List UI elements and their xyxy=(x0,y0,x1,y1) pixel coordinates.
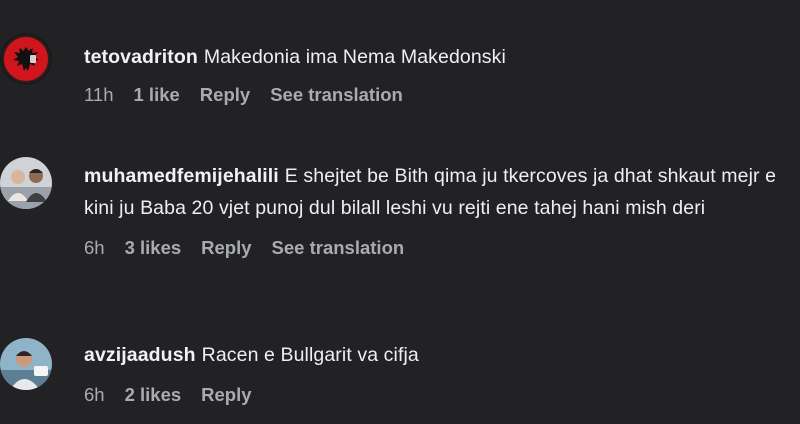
comment-timestamp[interactable]: 6h xyxy=(84,237,105,259)
comment-likes[interactable]: 1 like xyxy=(134,84,180,106)
reply-button[interactable]: Reply xyxy=(200,84,250,106)
avatar[interactable] xyxy=(0,338,52,390)
comment-username[interactable]: tetovadriton xyxy=(84,46,198,68)
comment-thread: tetovadriton Makedonia ima Nema Makedonsk… xyxy=(0,0,800,424)
comment-likes[interactable]: 2 likes xyxy=(125,384,182,406)
comment-username[interactable]: avzijaadush xyxy=(84,344,196,366)
comment-timestamp[interactable]: 11h xyxy=(84,84,114,106)
comment-text: muhamedfemijehalili E shejtet be Bith qim… xyxy=(84,160,790,224)
comment-likes[interactable]: 3 likes xyxy=(125,237,182,259)
person-photo-icon xyxy=(0,338,52,390)
avatar[interactable] xyxy=(0,157,52,209)
comment-meta: 6h 3 likes Reply See translation xyxy=(84,236,790,260)
comment-text: avzijaadush Racen e Bullgarit va cifja xyxy=(84,339,790,371)
comment-username[interactable]: muhamedfemijehalili xyxy=(84,165,279,187)
see-translation-button[interactable]: See translation xyxy=(270,84,403,106)
comment-content: Makedonia ima Nema Makedonski xyxy=(203,46,506,68)
comment-meta: 6h 2 likes Reply xyxy=(84,383,790,407)
avatar[interactable] xyxy=(0,33,52,85)
reply-button[interactable]: Reply xyxy=(201,384,251,406)
comment-text: tetovadriton Makedonia ima Nema Makedonsk… xyxy=(84,41,790,73)
comment-content: Racen e Bullgarit va cifja xyxy=(201,344,419,366)
albanian-eagle-flag-icon xyxy=(0,33,52,85)
comment-timestamp[interactable]: 6h xyxy=(84,384,105,406)
comment-meta: 11h 1 like Reply See translation xyxy=(84,83,790,107)
group-photo-icon xyxy=(0,157,52,209)
see-translation-button[interactable]: See translation xyxy=(272,237,405,259)
reply-button[interactable]: Reply xyxy=(201,237,251,259)
